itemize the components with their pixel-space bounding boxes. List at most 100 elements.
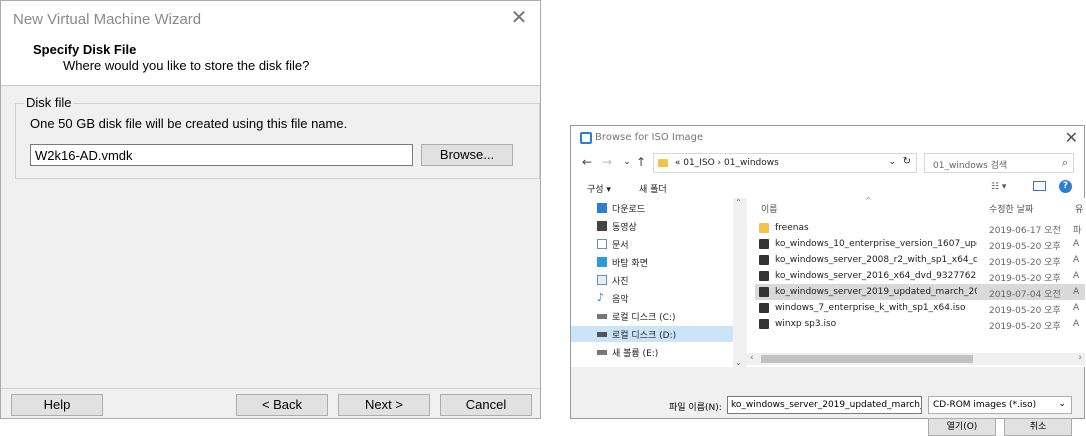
new-vm-wizard-window: New Virtual Machine Wizard ✕ Specify Dis… (0, 0, 541, 419)
organize-menu[interactable]: 구성 ▾ (587, 182, 611, 195)
chevron-down-icon[interactable]: ⌄ (888, 157, 896, 167)
list-item[interactable]: freenas 2019-06-17 오전... 파 (755, 220, 1085, 236)
scroll-right-icon[interactable]: › (1078, 353, 1082, 363)
filename-field[interactable]: ko_windows_server_2019_updated_march_20 (727, 396, 922, 414)
nav-item-documents[interactable]: 문서 (597, 236, 629, 252)
folder-icon (658, 158, 668, 167)
iso-file-icon (759, 271, 769, 281)
close-icon[interactable]: ✕ (508, 7, 530, 29)
scroll-up-icon[interactable]: ⌃ (735, 198, 742, 207)
scroll-left-icon[interactable]: ‹ (750, 353, 754, 363)
drive-icon (597, 349, 607, 355)
drive-icon (597, 313, 607, 319)
next-button[interactable]: Next > (338, 394, 430, 416)
nav-item-label: 다운로드 (612, 204, 646, 215)
search-icon: ⌕ (1061, 156, 1068, 169)
new-folder-button[interactable]: 새 폴더 (639, 182, 667, 195)
navigation-pane: 다운로드 동영상 문서 바탕 화면 사진 ♪ 음악 로컬 디스크 (C:) 로컬 (571, 198, 745, 367)
nav-item-drive-d[interactable]: 로컬 디스크 (D:) (571, 326, 733, 342)
nav-item-pictures[interactable]: 사진 (597, 272, 629, 288)
horizontal-scrollbar[interactable]: ‹ › (747, 353, 1085, 365)
wizard-title: New Virtual Machine Wizard (13, 11, 202, 28)
cancel-button[interactable]: 취소 (1004, 418, 1072, 436)
list-item[interactable]: ko_windows_10_enterprise_version_1607_up… (755, 236, 1085, 252)
nav-item-music[interactable]: ♪ 음악 (597, 290, 629, 306)
browse-button[interactable]: Browse... (421, 144, 513, 166)
nav-item-label: 동영상 (612, 222, 637, 233)
browse-dialog-title: Browse for ISO Image (595, 132, 704, 143)
cancel-button[interactable]: Cancel (440, 394, 532, 416)
disk-file-description: One 50 GB disk file will be created usin… (30, 116, 348, 131)
list-item[interactable]: ko_windows_server_2016_x64_dvd_9327762.i… (755, 268, 1085, 284)
file-type: A (1073, 271, 1080, 281)
nav-item-desktop[interactable]: 바탕 화면 (597, 254, 648, 270)
view-options-icon[interactable]: ☷ ▾ (991, 182, 1006, 192)
help-button[interactable]: Help (11, 394, 103, 416)
nav-item-label: 로컬 디스크 (D:) (612, 330, 677, 341)
back-button[interactable]: < Back (236, 394, 328, 416)
file-date: 2019-06-17 오전... (989, 226, 1061, 236)
scroll-down-icon[interactable]: ⌄ (735, 358, 742, 367)
forward-arrow-icon[interactable]: → (599, 154, 615, 170)
file-name: windows_7_enterprise_k_with_sp1_x64.iso (775, 303, 966, 313)
iso-file-icon (759, 255, 769, 265)
disk-filename-input[interactable] (30, 144, 413, 166)
column-header-name[interactable]: 이름 (761, 202, 778, 215)
iso-file-icon (759, 239, 769, 249)
address-prefix: « (674, 158, 681, 168)
filetype-select[interactable]: CD-ROM images (*.iso) ⌄ (928, 396, 1072, 414)
browse-titlebar: Browse for ISO Image ✕ (571, 126, 1084, 150)
file-name: winxp sp3.iso (775, 319, 837, 329)
back-arrow-icon[interactable]: ← (579, 154, 595, 170)
file-type: 파 (1073, 226, 1082, 236)
download-icon (597, 203, 607, 213)
file-date: 2019-05-20 오후... (989, 274, 1061, 284)
navigation-scrollbar[interactable]: ⌃ ⌄ (733, 198, 745, 367)
file-name: ko_windows_server_2016_x64_dvd_9327762.i… (775, 271, 977, 281)
nav-item-downloads[interactable]: 다운로드 (597, 200, 645, 216)
page-title: Specify Disk File (33, 42, 137, 57)
list-item-selected[interactable]: ko_windows_server_2019_updated_march_201… (755, 284, 1085, 300)
iso-file-icon (759, 303, 769, 313)
page-subtitle: Where would you like to store the disk f… (63, 58, 310, 73)
scrollbar-thumb[interactable] (761, 355, 973, 363)
nav-item-label: 사진 (612, 276, 629, 287)
file-date: 2019-05-20 오후... (989, 258, 1061, 268)
list-item[interactable]: windows_7_enterprise_k_with_sp1_x64.iso … (755, 300, 1085, 316)
wizard-titlebar: New Virtual Machine Wizard ✕ (1, 1, 540, 38)
search-input[interactable]: 01_windows 검색 ⌕ (924, 153, 1074, 173)
list-item[interactable]: winxp sp3.iso 2019-05-20 오후... A (755, 316, 1085, 332)
nav-item-label: 새 볼륨 (E:) (612, 348, 659, 359)
file-type: A (1073, 303, 1080, 313)
file-type: A (1073, 287, 1080, 297)
sort-indicator-icon: ^ (865, 196, 872, 205)
column-header-date[interactable]: 수정한 날짜 (989, 202, 1033, 215)
open-button[interactable]: 열기(O) (928, 418, 996, 436)
list-item[interactable]: ko_windows_server_2008_r2_with_sp1_x64_d… (755, 252, 1085, 268)
file-type: A (1073, 319, 1080, 329)
document-icon (597, 239, 607, 249)
preview-pane-icon[interactable] (1033, 181, 1046, 191)
up-arrow-icon[interactable]: ↑ (633, 154, 649, 170)
column-header-type[interactable]: 유 (1075, 202, 1085, 215)
toolbar: 구성 ▾ 새 폴더 ☷ ▾ ? (571, 178, 1084, 198)
disk-file-group-label: Disk file (24, 95, 74, 110)
address-segment[interactable]: 01_ISO (683, 158, 714, 168)
help-icon[interactable]: ? (1059, 180, 1072, 193)
file-list: ^ 이름 수정한 날짜 유 freenas 2019-06-17 오전... 파… (747, 196, 1085, 367)
nav-item-volume-e[interactable]: 새 볼륨 (E:) (597, 344, 658, 360)
search-placeholder: 01_windows 검색 (933, 161, 1008, 171)
refresh-icon[interactable]: ↻ (903, 156, 911, 167)
file-date: 2019-05-20 오후... (989, 242, 1061, 252)
nav-item-videos[interactable]: 동영상 (597, 218, 637, 234)
address-segment[interactable]: 01_windows (724, 158, 779, 168)
nav-item-label: 바탕 화면 (612, 258, 648, 269)
close-icon[interactable]: ✕ (1065, 128, 1078, 147)
chevron-down-icon: ⌄ (1058, 399, 1066, 409)
file-name: ko_windows_10_enterprise_version_1607_up… (775, 239, 977, 249)
address-bar[interactable]: « 01_ISO › 01_windows ⌄ ↻ (653, 153, 917, 173)
filetype-selected: CD-ROM images (*.iso) (933, 400, 1037, 410)
file-date: 2019-05-20 오후... (989, 322, 1061, 332)
nav-item-drive-c[interactable]: 로컬 디스크 (C:) (597, 308, 675, 324)
wizard-header: Specify Disk File Where would you like t… (1, 38, 540, 86)
